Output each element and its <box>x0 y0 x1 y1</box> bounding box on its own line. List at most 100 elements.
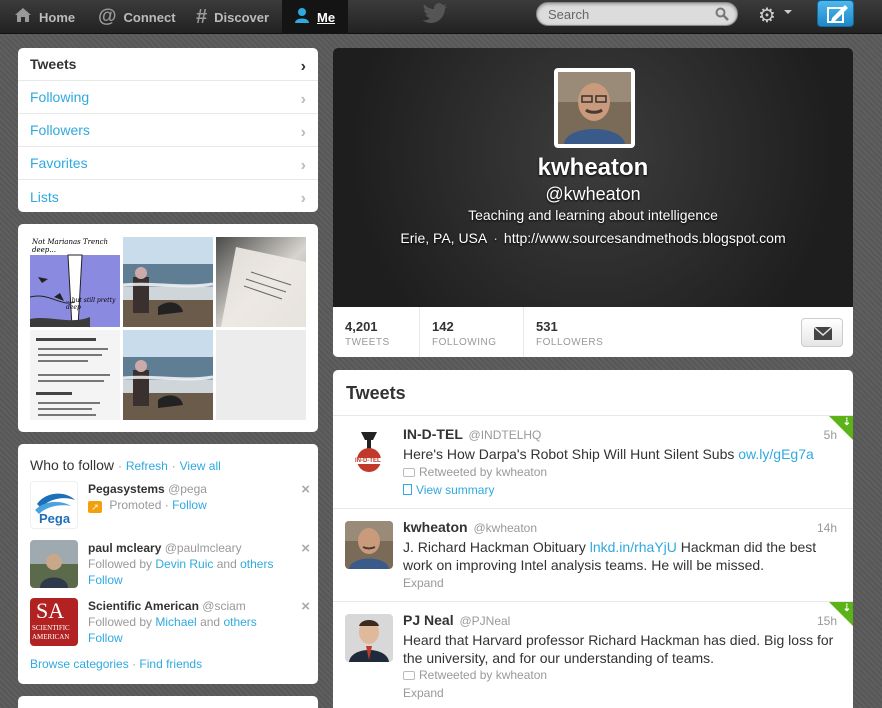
close-icon[interactable]: × <box>301 540 310 557</box>
retweeted-by: Retweeted by kwheaton <box>403 465 547 479</box>
follow-button[interactable]: Follow <box>88 573 123 587</box>
suggested-user-name[interactable]: Scientific American @sciam <box>88 599 246 613</box>
chevron-right-icon: › <box>300 58 306 75</box>
tweet-item[interactable]: PJ Neal @PJNeal 15h Heard that Harvard p… <box>333 601 853 708</box>
avatar[interactable] <box>30 540 78 588</box>
profile-nav-label: Tweets <box>30 56 77 72</box>
close-icon[interactable]: × <box>301 481 310 498</box>
profile-nav-following[interactable]: Following › <box>18 81 318 114</box>
tweet-author[interactable]: IN-D-TEL @INDTELHQ <box>403 426 541 442</box>
close-icon[interactable]: × <box>301 598 310 615</box>
profile-nav-lists[interactable]: Lists › <box>18 180 318 212</box>
promoted-icon: ↗ <box>88 501 102 513</box>
twitter-bird-icon[interactable] <box>422 3 448 25</box>
followed-by-line: Followed by Devin Ruic and others <box>88 557 273 571</box>
stat-following[interactable]: 142 FOLLOWING <box>420 307 524 357</box>
expand-link[interactable]: Expand <box>403 686 444 700</box>
tweet-item[interactable]: kwheaton @kwheaton 14h J. Richard Hackma… <box>333 508 853 601</box>
profile-nav-label: Following <box>30 89 90 105</box>
retweet-icon: ⇣ <box>842 417 851 428</box>
retweeted-by-label: Retweeted by kwheaton <box>419 668 548 682</box>
tweet-timestamp[interactable]: 14h <box>817 521 837 535</box>
avatar[interactable]: SA SCIENTIFIC AMERICAN <box>30 598 78 646</box>
expand-line: Expand <box>403 576 444 590</box>
and-label: and <box>216 557 237 571</box>
view-all-link[interactable]: View all <box>180 459 221 473</box>
connect-icon: @ <box>98 6 117 27</box>
nav-home[interactable]: Home <box>14 0 75 34</box>
followed-by-user-link[interactable]: Devin Ruic <box>155 557 213 571</box>
followed-by-user-link[interactable]: Michael <box>155 615 196 629</box>
compose-button[interactable] <box>817 0 854 27</box>
sciam-logo-text-3: AMERICAN <box>32 633 70 641</box>
stat-tweets[interactable]: 4,201 TWEETS <box>333 307 420 357</box>
tweet-link[interactable]: ow.ly/gEg7a <box>738 446 814 462</box>
sciam-logo-text: SA <box>36 598 65 623</box>
profile-bio: Teaching and learning about intelligence <box>468 207 718 223</box>
suggested-user-name[interactable]: paul mcleary @paulmcleary <box>88 541 242 555</box>
follow-line: Follow <box>88 631 123 645</box>
stat-label: FOLLOWING <box>432 337 497 348</box>
media-thumb-document[interactable] <box>30 330 120 420</box>
gear-icon[interactable]: ⚙ <box>758 3 776 28</box>
tweet-text-body: Here's How Darpa's Robot Ship Will Hunt … <box>403 446 739 462</box>
avatar[interactable]: Pega <box>30 481 78 529</box>
others-link[interactable]: others <box>240 557 273 571</box>
chevron-right-icon: › <box>300 91 306 108</box>
tweet-text: Heard that Harvard professor Richard Hac… <box>403 632 834 666</box>
suggested-user-name[interactable]: Pegasystems @pega <box>88 482 207 496</box>
top-bar: Home @ Connect # Discover Me ⚙ <box>0 0 882 34</box>
media-thumb-beach-2[interactable] <box>123 330 213 420</box>
me-icon <box>294 7 310 28</box>
separator-dot: · <box>171 459 176 473</box>
media-thumb-beach[interactable] <box>123 237 213 327</box>
nav-discover[interactable]: # Discover <box>196 0 269 34</box>
stat-label: TWEETS <box>345 337 390 348</box>
compose-icon <box>827 5 848 23</box>
direct-message-button[interactable] <box>801 318 843 347</box>
search-icon[interactable] <box>715 7 729 21</box>
user-display-name: paul mcleary <box>88 541 162 555</box>
refresh-link[interactable]: Refresh <box>126 459 168 473</box>
view-summary-link[interactable]: View summary <box>416 483 494 497</box>
tweet-text: Here's How Darpa's Robot Ship Will Hunt … <box>403 445 843 463</box>
promoted-label: Promoted <box>109 498 162 512</box>
avatar[interactable] <box>345 614 393 662</box>
follow-button[interactable]: Follow <box>172 498 207 512</box>
tweet-link[interactable]: lnkd.in/rhaYjU <box>590 539 677 555</box>
nav-me[interactable]: Me <box>282 0 348 34</box>
profile-header-banner: kwheaton @kwheaton Teaching and learning… <box>333 48 853 307</box>
photos-videos-panel: Not Marianas Trench deep... ...but still… <box>18 224 318 432</box>
media-thumb-sketch[interactable]: Not Marianas Trench deep... ...but still… <box>30 237 120 327</box>
follow-button[interactable]: Follow <box>88 631 123 645</box>
retweeted-by: Retweeted by kwheaton <box>403 668 547 682</box>
avatar[interactable] <box>345 521 393 569</box>
promoted-line: ↗ Promoted · Follow <box>88 498 207 513</box>
tweet-author[interactable]: PJ Neal @PJNeal <box>403 612 510 628</box>
tweet-text: J. Richard Hackman Obituary lnkd.in/rhaY… <box>403 538 843 574</box>
avatar[interactable] <box>554 68 635 148</box>
user-handle: @sciam <box>202 599 246 613</box>
nav-connect[interactable]: @ Connect <box>98 0 176 34</box>
stat-followers[interactable]: 531 FOLLOWERS <box>524 307 644 357</box>
profile-nav-favorites[interactable]: Favorites › <box>18 147 318 180</box>
nav-connect-label: Connect <box>123 9 176 25</box>
tweets-stream: Tweets IN-D-TEL IN-D-TEL @INDTELHQ 5h He… <box>333 370 853 708</box>
profile-nav-tweets[interactable]: Tweets › <box>18 48 318 81</box>
find-friends-link[interactable]: Find friends <box>139 657 202 671</box>
and-label: and <box>200 615 221 629</box>
who-to-follow-header: Who to follow · Refresh · View all <box>30 457 221 473</box>
expand-link[interactable]: Expand <box>403 576 444 590</box>
tweet-author[interactable]: kwheaton @kwheaton <box>403 519 537 535</box>
avatar[interactable]: IN-D-TEL <box>345 428 393 476</box>
others-link[interactable]: others <box>223 615 256 629</box>
profile-nav-followers[interactable]: Followers › <box>18 114 318 147</box>
search-input[interactable] <box>548 6 708 22</box>
profile-url[interactable]: http://www.sourcesandmethods.blogspot.co… <box>504 230 786 246</box>
media-thumb-paper[interactable] <box>216 237 306 327</box>
profile-stats: 4,201 TWEETS 142 FOLLOWING 531 FOLLOWERS <box>333 307 853 357</box>
search-box[interactable] <box>536 2 738 26</box>
user-display-name: Scientific American <box>88 599 199 613</box>
browse-categories-link[interactable]: Browse categories <box>30 657 129 671</box>
tweet-item[interactable]: IN-D-TEL IN-D-TEL @INDTELHQ 5h Here's Ho… <box>333 415 853 508</box>
